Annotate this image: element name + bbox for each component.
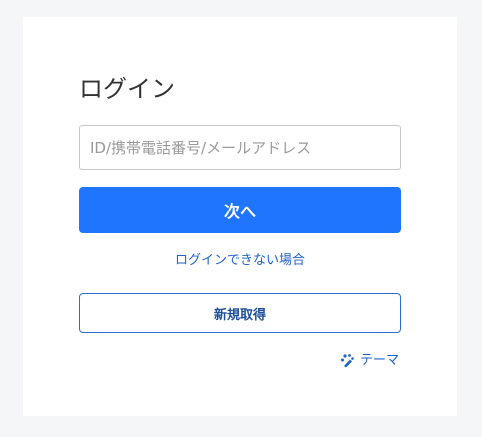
page-title: ログイン	[79, 75, 175, 103]
theme-label: テーマ	[359, 353, 399, 368]
theme-link[interactable]: テーマ	[339, 352, 399, 370]
next-button[interactable]: 次へ	[79, 187, 401, 233]
register-button[interactable]: 新規取得	[79, 293, 401, 333]
login-card: ログイン 次へ ログインできない場合 新規取得 テーマ	[23, 17, 457, 416]
login-trouble-link[interactable]: ログインできない場合	[79, 252, 401, 270]
id-input[interactable]	[79, 125, 401, 170]
palette-icon	[339, 352, 357, 370]
